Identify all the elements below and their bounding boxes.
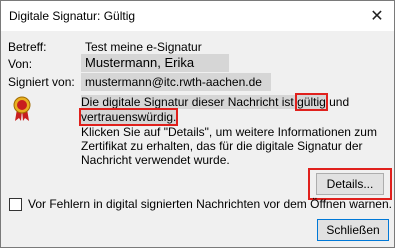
digital-signature-dialog: Digitale Signatur: Gültig ✕ Betreff: Tes… [0, 0, 395, 248]
signature-seal-icon [13, 96, 31, 121]
signed-by-value: mustermann@itc.rwth-aachen.de [81, 73, 271, 91]
details-info-text: Klicken Sie auf "Details", um weitere In… [81, 125, 377, 167]
signature-status-message: Die digitale Signatur dieser Nachricht i… [78, 93, 381, 126]
warn-checkbox[interactable] [9, 197, 22, 211]
from-value: Mustermann, Erika [81, 54, 229, 72]
status-trusted-text: vertrauenswürdig. [78, 108, 179, 126]
from-label: Von: [8, 57, 33, 71]
details-highlight: Details... [308, 168, 392, 200]
status-text-part1: Die digitale Signatur dieser Nachricht i… [81, 95, 298, 109]
status-text-part2: und [325, 95, 350, 109]
warn-checkbox-label: Vor Fehlern in digital signierten Nachri… [28, 197, 392, 211]
title-bar: Digitale Signatur: Gültig ✕ [1, 1, 394, 31]
close-button[interactable]: Schließen [317, 219, 389, 241]
subject-value: Test meine e-Signatur [85, 40, 202, 54]
window-title: Digitale Signatur: Gültig [9, 9, 136, 23]
warn-checkbox-row[interactable]: Vor Fehlern in digital signierten Nachri… [9, 197, 392, 211]
status-valid-text: gültig [295, 93, 328, 111]
subject-label: Betreff: [8, 40, 47, 54]
signed-by-label: Signiert von: [8, 75, 75, 89]
close-icon[interactable]: ✕ [362, 2, 392, 30]
details-button[interactable]: Details... [316, 173, 384, 195]
